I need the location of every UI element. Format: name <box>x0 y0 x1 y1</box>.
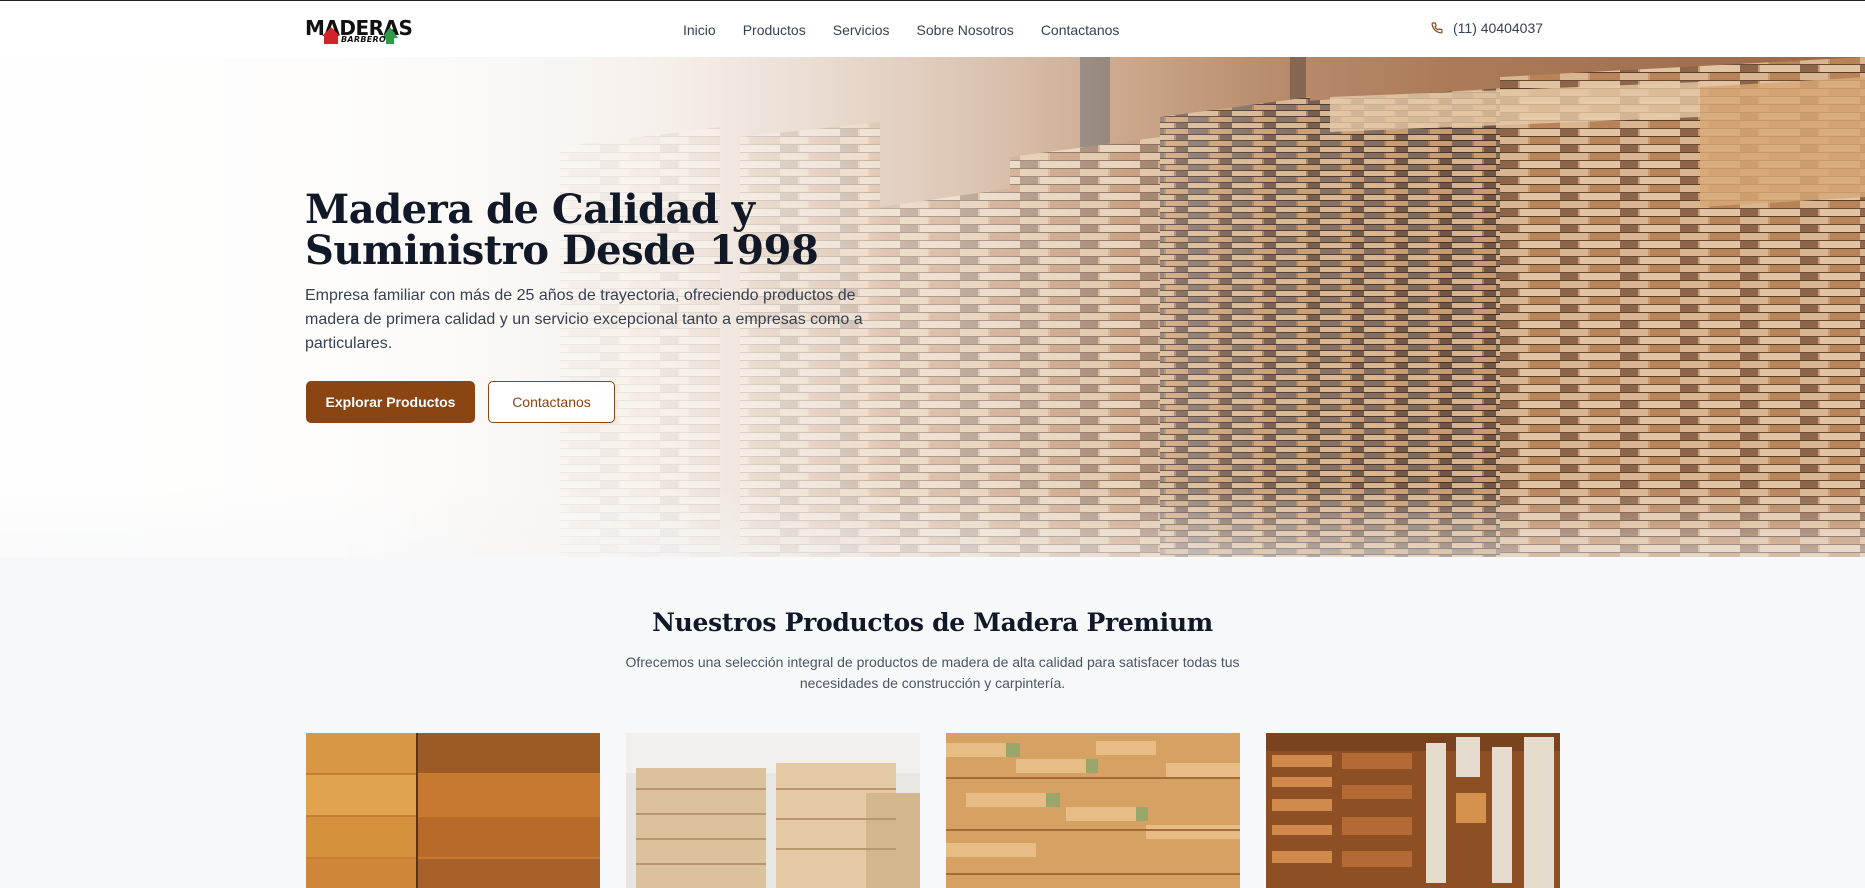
product-card-mouldings[interactable] <box>1266 733 1560 888</box>
products-section-title: Nuestros Productos de Madera Premium <box>652 608 1213 637</box>
products-section-description: Ofrecemos una selección integral de prod… <box>625 654 1240 691</box>
wood-panels-image <box>306 733 600 888</box>
nav-link-inicio[interactable]: Inicio <box>683 22 716 38</box>
product-card-beams[interactable] <box>946 733 1240 888</box>
logo-green-tree-base <box>386 37 394 44</box>
nav-link-productos[interactable]: Productos <box>743 22 806 38</box>
hero-title: Madera de Calidad y Suministro Desde 199… <box>305 189 865 271</box>
site-header: MADERAS BARBERO Inicio Productos Servici… <box>0 0 1865 57</box>
phone-contact[interactable]: (11) 40404037 <box>1431 20 1543 36</box>
hero-title-line1: Madera de Calidad y <box>305 186 755 233</box>
nav-link-servicios[interactable]: Servicios <box>833 22 890 38</box>
hero-lumber-image <box>0 57 1865 557</box>
contact-button[interactable]: Contactanos <box>488 381 615 423</box>
product-card-lumber-stacks[interactable] <box>626 733 920 888</box>
explore-products-button[interactable]: Explorar Productos <box>306 381 475 423</box>
nav-link-contactanos[interactable]: Contactanos <box>1041 22 1120 38</box>
nav-link-sobre-nosotros[interactable]: Sobre Nosotros <box>917 22 1014 38</box>
logo-red-house-base <box>324 35 338 44</box>
beams-image <box>946 733 1240 888</box>
hero-description: Empresa familiar con más de 25 años de t… <box>305 287 863 352</box>
lumber-stacks-image <box>626 733 920 888</box>
phone-number: (11) 40404037 <box>1453 20 1544 36</box>
hero-fade-overlay <box>0 57 1865 557</box>
hero-bottom-fade <box>0 487 1865 557</box>
phone-icon <box>1431 22 1443 34</box>
hero-title-line2: Suministro Desde 1998 <box>305 227 819 274</box>
product-card-wood-panels[interactable] <box>306 733 600 888</box>
logo-subtext: BARBERO <box>341 35 387 44</box>
maderas-barbero-logo[interactable]: MADERAS BARBERO <box>305 16 413 46</box>
mouldings-image <box>1266 733 1560 888</box>
main-nav: Inicio Productos Servicios Sobre Nosotro… <box>683 1 1119 58</box>
hero-section: Madera de Calidad y Suministro Desde 199… <box>0 57 1865 557</box>
